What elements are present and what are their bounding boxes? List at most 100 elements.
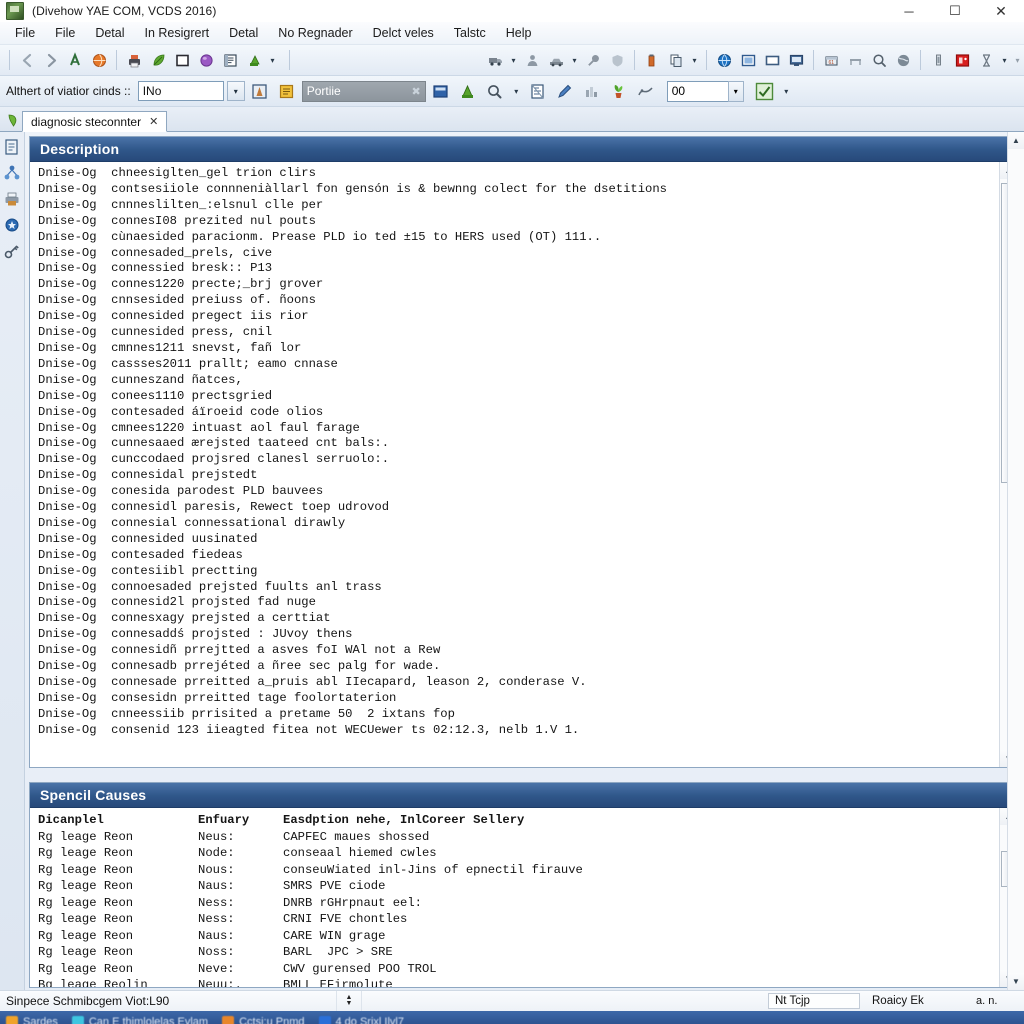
list-icon[interactable] xyxy=(218,48,242,72)
causes-table[interactable]: Dicanplel Enfuary Easdption nehe, InlCor… xyxy=(30,808,999,987)
cell-easdption: conseuWiated inl-Jins of epnectil firauv… xyxy=(283,862,583,877)
sidebar-icon-network[interactable] xyxy=(3,164,21,182)
thermometer-icon[interactable] xyxy=(926,48,950,72)
screen-blue-icon[interactable] xyxy=(429,79,453,103)
table-row[interactable]: Rg leage Reon Noss: BARL JPC > SRE xyxy=(38,944,993,961)
window-scrollbar[interactable]: ▲ ▼ xyxy=(1007,132,1024,990)
column-header-enfuary: Enfuary xyxy=(198,813,250,827)
window-icon[interactable] xyxy=(170,48,194,72)
numeric-input[interactable]: 00 xyxy=(666,80,729,102)
menu-bar: File File Detal In Resigrert Detal No Re… xyxy=(0,22,1024,45)
car-icon[interactable] xyxy=(544,48,568,72)
menu-item-talstc[interactable]: Talstc xyxy=(445,24,495,42)
menu-item-delct-veles[interactable]: Delct veles xyxy=(364,24,443,42)
scan-icon[interactable] xyxy=(63,48,87,72)
toolbox-red-icon[interactable] xyxy=(950,48,974,72)
picture-icon[interactable] xyxy=(736,48,760,72)
earth-icon[interactable] xyxy=(891,48,915,72)
spinner-down-icon[interactable]: ▼ xyxy=(346,1000,353,1007)
shield-icon[interactable] xyxy=(605,48,629,72)
menu-item-help[interactable]: Help xyxy=(497,24,541,42)
table-row[interactable]: Rg leage Reon Ness: DNRB rGHrpnaut eel: xyxy=(38,895,993,912)
chevron-down-icon[interactable]: ▾ xyxy=(688,48,701,72)
scroll-down-icon[interactable]: ▼ xyxy=(1008,973,1024,990)
blank-window-icon[interactable] xyxy=(760,48,784,72)
close-icon[interactable]: ✕ xyxy=(149,115,158,128)
close-button[interactable]: ✕ xyxy=(978,0,1024,22)
profile-field[interactable]: Portiie ✖ xyxy=(301,80,426,102)
plug-green-icon[interactable] xyxy=(242,48,266,72)
profile-close-icon[interactable]: ✖ xyxy=(412,85,421,98)
pen-icon[interactable] xyxy=(553,79,577,103)
document-scan-icon[interactable] xyxy=(526,79,550,103)
menu-item-no-regnader[interactable]: No Regnader xyxy=(269,24,361,42)
magnifier-icon[interactable] xyxy=(867,48,891,72)
taskbar-item[interactable]: 4 do Srixl Ilvl7 xyxy=(318,1016,404,1024)
sidebar-icon-key[interactable] xyxy=(3,242,21,260)
chevron-down-icon[interactable]: ▾ xyxy=(780,79,793,103)
table-row[interactable]: Rg leage Reon Ness: CRNI FVE chontles xyxy=(38,911,993,928)
status-spinner[interactable]: ▲ ▼ xyxy=(336,991,362,1011)
minimize-button[interactable]: ─ xyxy=(886,0,932,22)
description-line: Dnise-Og connesxagy prejsted a certtiat xyxy=(38,611,331,626)
table-row[interactable]: Rg leage Reon Node: conseaal hiemed cwle… xyxy=(38,845,993,862)
box-icon[interactable]: 61 xyxy=(819,48,843,72)
person-icon[interactable] xyxy=(520,48,544,72)
table-row[interactable]: Rg leage Reon Naus: CARE WIN grage xyxy=(38,928,993,945)
taskbar-item[interactable]: Cctsi:u Pnmd xyxy=(222,1016,305,1024)
back-icon[interactable] xyxy=(15,48,39,72)
sphere-purple-icon[interactable] xyxy=(194,48,218,72)
sidebar-icon-report[interactable] xyxy=(3,138,21,156)
table-row[interactable]: Rg leage Reon Nous: conseuWiated inl-Jin… xyxy=(38,862,993,879)
magnifier-icon[interactable] xyxy=(483,79,507,103)
chevron-down-icon[interactable]: ▾ xyxy=(266,48,279,72)
globe-orange-icon[interactable] xyxy=(87,48,111,72)
numeric-dropdown-button[interactable]: ▾ xyxy=(727,80,744,102)
check-green-icon[interactable] xyxy=(753,79,777,103)
plant-icon[interactable] xyxy=(607,79,631,103)
menu-item-file-1[interactable]: File xyxy=(6,24,44,42)
taskbar-label: Sardes xyxy=(23,1016,58,1024)
leaf-icon[interactable] xyxy=(146,48,170,72)
printer-icon[interactable] xyxy=(122,48,146,72)
sidebar-icon-bulb[interactable] xyxy=(3,216,21,234)
chart-icon[interactable] xyxy=(580,79,604,103)
description-panel: Description Dnise-Og chneesiglten_gel tr… xyxy=(29,136,1018,768)
tower-icon[interactable] xyxy=(248,79,272,103)
tab-diagnosic-steconnter[interactable]: diagnosic steconnter ✕ xyxy=(22,111,168,132)
globe-blue-icon[interactable] xyxy=(712,48,736,72)
chevron-down-icon[interactable]: ▾ xyxy=(998,48,1011,72)
taskbar-item[interactable]: Sardes xyxy=(6,1016,58,1024)
address-dropdown-button[interactable]: ▾ xyxy=(226,81,245,101)
menu-item-detal-1[interactable]: Detal xyxy=(86,24,133,42)
truck-icon[interactable] xyxy=(483,48,507,72)
note-yellow-icon[interactable] xyxy=(275,79,299,103)
window-scroll-track[interactable] xyxy=(1008,149,1024,973)
address-input[interactable]: INo xyxy=(137,81,224,101)
table-row[interactable]: Rg leage Reon Neus: CAPFEC maues shossed xyxy=(38,829,993,846)
hourglass-icon[interactable] xyxy=(974,48,998,72)
graph-icon[interactable] xyxy=(634,79,658,103)
wrench-icon[interactable] xyxy=(581,48,605,72)
menu-item-file-2[interactable]: File xyxy=(46,24,84,42)
sidebar-icon-print[interactable] xyxy=(3,190,21,208)
bench-icon[interactable] xyxy=(843,48,867,72)
toolbar-overflow-icon[interactable]: ▾ xyxy=(1011,48,1024,72)
table-row[interactable]: Rg leage Reon Naus: SMRS PVE ciode xyxy=(38,878,993,895)
chevron-down-icon[interactable]: ▾ xyxy=(510,79,523,103)
menu-item-in-resigrert[interactable]: In Resigrert xyxy=(136,24,219,42)
plug-green-icon[interactable] xyxy=(456,79,480,103)
chevron-down-icon[interactable]: ▾ xyxy=(507,48,520,72)
description-text[interactable]: Dnise-Og chneesiglten_gel trion clirs Dn… xyxy=(30,162,999,767)
chevron-down-icon[interactable]: ▾ xyxy=(568,48,581,72)
monitor-icon[interactable] xyxy=(784,48,808,72)
fuel-icon[interactable] xyxy=(640,48,664,72)
forward-icon[interactable] xyxy=(39,48,63,72)
copy-icon[interactable] xyxy=(664,48,688,72)
scroll-up-icon[interactable]: ▲ xyxy=(1008,132,1024,149)
table-row[interactable]: Rg leage Reon Neve: CWV gurensed POO TRO… xyxy=(38,961,993,978)
menu-item-detal-2[interactable]: Detal xyxy=(220,24,267,42)
taskbar-item[interactable]: Can E thimlolelas Evlam xyxy=(71,1016,208,1024)
maximize-button[interactable]: ☐ xyxy=(932,0,978,22)
table-row[interactable]: Bg leage Reolin Neuu:. BMLL EFirmolute xyxy=(38,977,993,987)
